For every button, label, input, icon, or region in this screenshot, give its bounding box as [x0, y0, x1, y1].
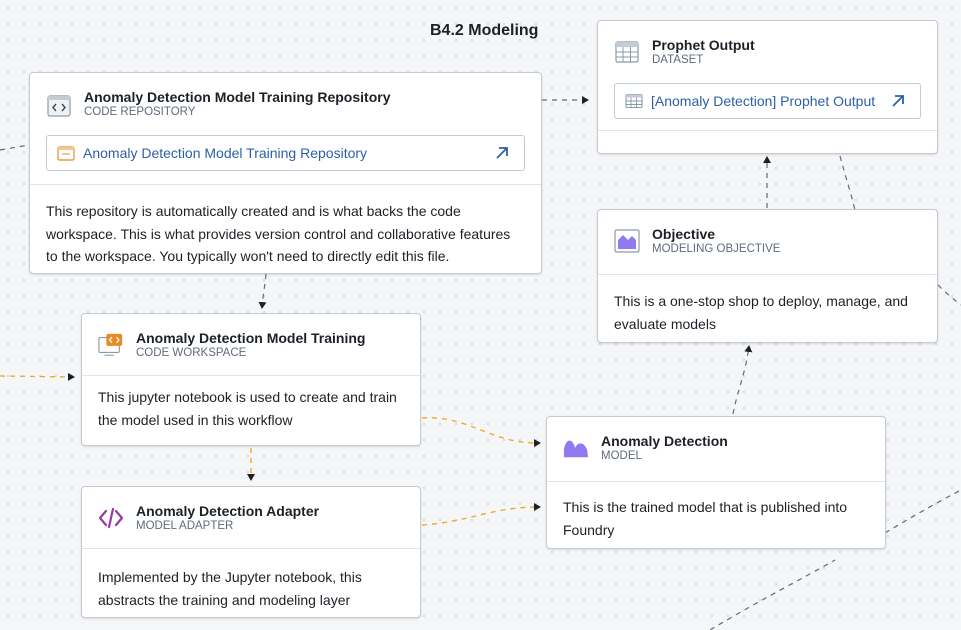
- node-code-repository[interactable]: Anomaly Detection Model Training Reposit…: [29, 72, 542, 274]
- objective-title: Objective: [652, 226, 716, 242]
- modeling-objective-icon: [614, 228, 640, 254]
- canvas-title: B4.2 Modeling: [430, 22, 539, 39]
- prophet-output-title: Prophet Output: [652, 37, 755, 53]
- adapter-description: Implemented by the Jupyter notebook, thi…: [98, 569, 362, 608]
- model-type: MODEL: [601, 450, 642, 462]
- repository-link-icon: [57, 145, 75, 161]
- repository-title: Anomaly Detection Model Training Reposit…: [84, 89, 391, 105]
- edge-prophet-to-right: [839, 155, 856, 211]
- model-description: This is the trained model that is publis…: [563, 499, 848, 538]
- repository-description: This repository is automatically created…: [46, 203, 511, 264]
- workspace-type: CODE WORKSPACE: [136, 347, 247, 359]
- edge-model-to-bottom-right: [884, 489, 961, 534]
- edge-objective-to-right: [937, 284, 961, 306]
- adapter-type: MODEL ADAPTER: [136, 520, 234, 532]
- node-modeling-objective[interactable]: Objective MODELING OBJECTIVE This is a o…: [597, 209, 938, 343]
- model-title: Anomaly Detection: [601, 433, 728, 449]
- model-icon: [563, 435, 589, 461]
- node-model[interactable]: Anomaly Detection MODEL This is the trai…: [546, 416, 886, 549]
- adapter-title: Anomaly Detection Adapter: [136, 503, 320, 519]
- dataset-table-icon: [614, 39, 640, 65]
- workspace-title: Anomaly Detection Model Training: [136, 330, 366, 346]
- objective-type: MODELING OBJECTIVE: [652, 243, 781, 255]
- open-external-icon[interactable]: [494, 145, 510, 161]
- open-external-icon[interactable]: [890, 93, 906, 109]
- workspace-description: This jupyter notebook is used to create …: [98, 389, 397, 428]
- prophet-output-link-text: [Anomaly Detection] Prophet Output: [651, 93, 876, 109]
- repository-type: CODE REPOSITORY: [84, 106, 196, 118]
- code-brackets-icon: [98, 505, 124, 531]
- node-model-adapter[interactable]: Anomaly Detection Adapter MODEL ADAPTER …: [81, 486, 421, 618]
- prophet-output-link[interactable]: [Anomaly Detection] Prophet Output: [614, 83, 921, 119]
- edge-bottom-diagonal: [709, 559, 836, 630]
- edge-workspace-to-model: [421, 417, 541, 448]
- dataset-link-icon: [625, 93, 643, 109]
- repository-link-text: Anomaly Detection Model Training Reposit…: [83, 145, 368, 161]
- edge-adapter-to-model: [421, 503, 541, 526]
- edge-model-to-objective: [732, 345, 753, 415]
- prophet-output-type: DATASET: [652, 54, 704, 66]
- code-repository-icon: [46, 93, 72, 119]
- objective-description: This is a one-stop shop to deploy, manag…: [614, 293, 908, 332]
- node-dataset-prophet-output[interactable]: Prophet Output DATASET [Anomaly Detectio…: [597, 20, 938, 154]
- node-code-workspace[interactable]: Anomaly Detection Model Training CODE WO…: [81, 313, 421, 446]
- repository-link[interactable]: Anomaly Detection Model Training Reposit…: [46, 135, 525, 171]
- code-workspace-icon: [98, 332, 124, 358]
- edge-left-to-repository: [0, 144, 31, 151]
- edge-left-to-workspace: [0, 372, 75, 381]
